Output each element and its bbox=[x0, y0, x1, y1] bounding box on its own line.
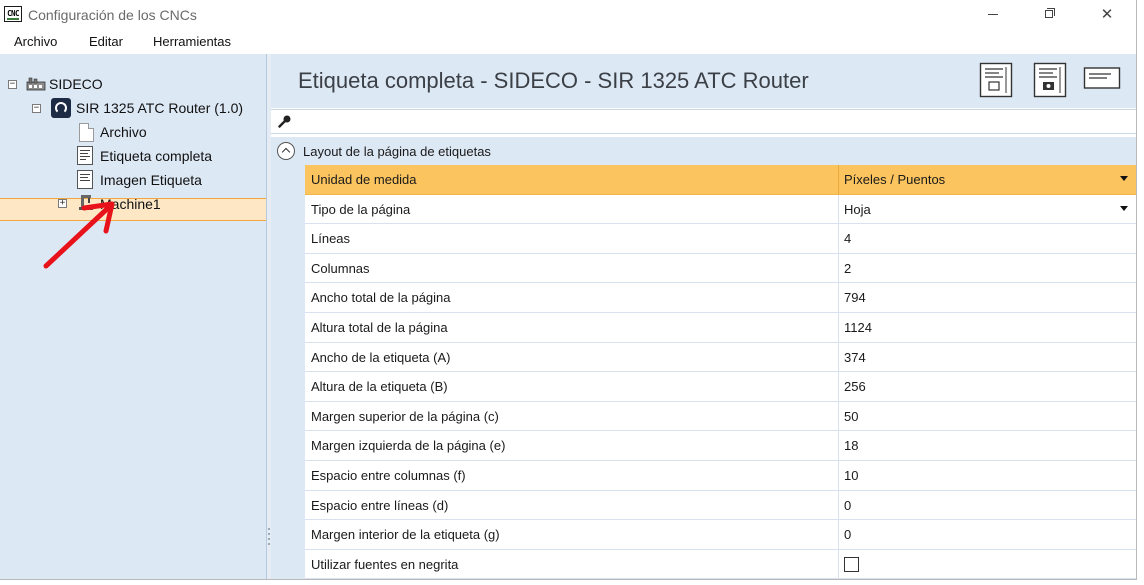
title-bar: CNC Configuración de los CNCs ✕ bbox=[0, 0, 1136, 30]
property-name: Espacio entre líneas (d) bbox=[311, 497, 449, 513]
property-name: Utilizar fuentes en negrita bbox=[311, 556, 459, 572]
property-name: Margen superior de la página (c) bbox=[311, 408, 499, 424]
chevron-down-icon[interactable] bbox=[1120, 205, 1128, 211]
property-row-margen-interior[interactable]: Margen interior de la etiqueta (g) 0 bbox=[305, 520, 1136, 550]
bold-fonts-checkbox[interactable] bbox=[844, 556, 859, 572]
search-icon bbox=[278, 115, 291, 128]
minimize-button[interactable] bbox=[970, 0, 1016, 30]
property-value-dropdown[interactable]: Hoja bbox=[844, 202, 871, 217]
label-document-icon bbox=[77, 146, 93, 165]
property-search-bar bbox=[271, 109, 1136, 134]
property-value[interactable]: 2 bbox=[844, 261, 851, 276]
menu-archivo[interactable]: Archivo bbox=[14, 34, 57, 49]
section-header[interactable]: Layout de la página de etiquetas bbox=[271, 137, 1136, 165]
chevron-down-icon[interactable] bbox=[1120, 176, 1128, 181]
property-search-input[interactable] bbox=[297, 112, 1131, 133]
property-row-altura-etiqueta[interactable]: Altura de la etiqueta (B) 256 bbox=[305, 372, 1136, 402]
close-icon: ✕ bbox=[1100, 5, 1114, 23]
property-grid: Unidad de medida Píxeles / Puentos Tipo … bbox=[305, 165, 1136, 579]
property-value[interactable]: 0 bbox=[844, 527, 851, 542]
content-panel: Etiqueta completa - SIDECO - SIR 1325 AT… bbox=[271, 54, 1136, 579]
main-window: CNC Configuración de los CNCs ✕ Archivo … bbox=[0, 0, 1137, 580]
tree-expander-root[interactable]: − bbox=[8, 80, 17, 89]
document-icon bbox=[79, 123, 94, 142]
tree-node-archivo[interactable]: Archivo bbox=[100, 124, 147, 140]
tree-panel: − SIDECO − SIR 1325 ATC Router (1.0) Arc… bbox=[0, 54, 267, 579]
menu-herramientas[interactable]: Herramientas bbox=[153, 34, 231, 49]
property-name: Altura total de la página bbox=[311, 319, 448, 335]
property-name: Ancho total de la página bbox=[311, 290, 451, 306]
label-image-button[interactable] bbox=[1033, 62, 1067, 98]
property-value[interactable]: 0 bbox=[844, 498, 851, 513]
factory-icon bbox=[26, 77, 46, 91]
property-name: Margen interior de la etiqueta (g) bbox=[311, 527, 500, 543]
property-name: Tipo de la página bbox=[311, 201, 411, 217]
property-row-ancho-etiqueta[interactable]: Ancho de la etiqueta (A) 374 bbox=[305, 342, 1136, 373]
close-button[interactable]: ✕ bbox=[1084, 0, 1130, 30]
property-value[interactable]: 50 bbox=[844, 409, 858, 424]
property-row-columnas[interactable]: Columnas 2 bbox=[305, 253, 1136, 284]
property-row-unidad-de-medida[interactable]: Unidad de medida Píxeles / Puentos bbox=[305, 165, 1136, 195]
splitter-grip bbox=[268, 533, 270, 535]
property-name: Columnas bbox=[311, 260, 370, 276]
app-icon: CNC bbox=[4, 6, 22, 22]
grid-gutter bbox=[271, 165, 305, 579]
property-value[interactable]: 18 bbox=[844, 438, 858, 453]
splitter-grip bbox=[268, 538, 270, 540]
tree-node-machine[interactable]: SIR 1325 ATC Router (1.0) bbox=[76, 100, 243, 116]
property-value-dropdown[interactable]: Píxeles / Puentos bbox=[844, 172, 945, 187]
maximize-icon bbox=[1045, 8, 1055, 19]
menu-editar[interactable]: Editar bbox=[89, 34, 123, 49]
property-name: Espacio entre columnas (f) bbox=[311, 467, 466, 483]
property-value[interactable]: 794 bbox=[844, 290, 866, 305]
property-value[interactable]: 256 bbox=[844, 379, 866, 394]
property-name: Altura de la etiqueta (B) bbox=[311, 379, 448, 395]
menu-bar: Archivo Editar Herramientas bbox=[0, 30, 1136, 54]
property-value[interactable]: 4 bbox=[844, 231, 851, 246]
property-value[interactable]: 10 bbox=[844, 468, 858, 483]
window-title: Configuración de los CNCs bbox=[28, 7, 197, 23]
property-row-margen-superior[interactable]: Margen superior de la página (c) 50 bbox=[305, 401, 1136, 432]
property-name: Líneas bbox=[311, 231, 351, 247]
section-title: Layout de la página de etiquetas bbox=[303, 144, 491, 159]
page-title: Etiqueta completa - SIDECO - SIR 1325 AT… bbox=[298, 68, 809, 93]
label-image-icon bbox=[77, 170, 93, 189]
property-name: Ancho de la etiqueta (A) bbox=[311, 349, 451, 365]
property-name: Margen izquierda de la página (e) bbox=[311, 438, 506, 454]
splitter-grip bbox=[268, 528, 270, 530]
property-row-altura-total[interactable]: Altura total de la página 1124 bbox=[305, 312, 1136, 343]
content-header: Etiqueta completa - SIDECO - SIR 1325 AT… bbox=[271, 54, 1136, 108]
property-row-fuentes-negrita[interactable]: Utilizar fuentes en negrita bbox=[305, 549, 1136, 579]
property-value[interactable]: 1124 bbox=[844, 320, 872, 335]
property-row-espacio-columnas[interactable]: Espacio entre columnas (f) 10 bbox=[305, 460, 1136, 491]
property-value[interactable]: 374 bbox=[844, 350, 866, 365]
splitter-grip bbox=[268, 543, 270, 545]
text-label-button[interactable] bbox=[1083, 62, 1121, 98]
tree-node-root[interactable]: SIDECO bbox=[49, 76, 103, 92]
property-row-ancho-total[interactable]: Ancho total de la página 794 bbox=[305, 283, 1136, 313]
tree-node-etiqueta-completa[interactable]: Etiqueta completa bbox=[100, 148, 212, 164]
property-row-lineas[interactable]: Líneas 4 bbox=[305, 224, 1136, 254]
property-row-margen-izquierda[interactable]: Margen izquierda de la página (e) 18 bbox=[305, 431, 1136, 461]
property-row-espacio-lineas[interactable]: Espacio entre líneas (d) 0 bbox=[305, 490, 1136, 521]
view-label-button[interactable] bbox=[979, 62, 1013, 98]
annotation-arrow bbox=[43, 201, 115, 269]
minimize-icon bbox=[988, 13, 998, 15]
tree-expander-machine[interactable]: − bbox=[32, 104, 41, 113]
tree-node-imagen-etiqueta[interactable]: Imagen Etiqueta bbox=[100, 172, 202, 188]
property-row-tipo-de-la-pagina[interactable]: Tipo de la página Hoja bbox=[305, 194, 1136, 225]
property-name: Unidad de medida bbox=[311, 172, 417, 187]
collapse-icon[interactable] bbox=[277, 142, 295, 160]
maximize-button[interactable] bbox=[1026, 0, 1072, 30]
router-icon bbox=[51, 98, 71, 118]
